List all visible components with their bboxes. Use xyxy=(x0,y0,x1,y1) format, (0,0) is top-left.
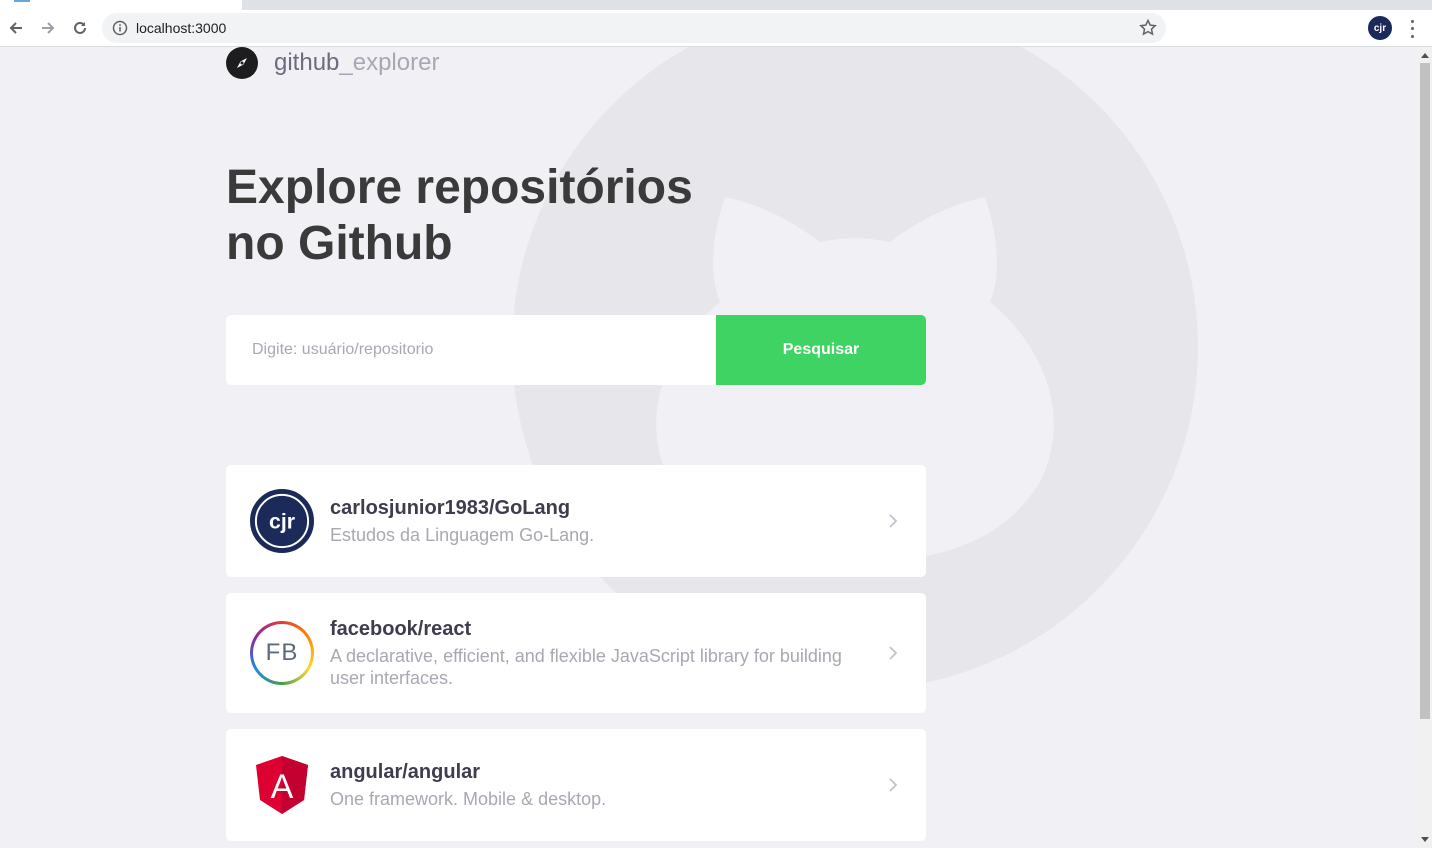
repository-card[interactable]: cjr carlosjunior1983/GoLang Estudos da L… xyxy=(226,465,926,577)
repository-name: carlosjunior1983/GoLang xyxy=(330,496,571,519)
tab-favicon xyxy=(14,0,30,2)
compass-icon xyxy=(226,47,258,79)
bookmark-star-icon[interactable] xyxy=(1138,18,1158,38)
chevron-right-icon xyxy=(889,514,898,528)
repository-info: facebook/react A declarative, efficient,… xyxy=(330,618,902,689)
title-line-2: no Github xyxy=(226,217,453,270)
page-title: Explore repositórios no Github xyxy=(226,160,746,272)
repository-card[interactable]: FB facebook/react A declarative, efficie… xyxy=(226,593,926,713)
search-button[interactable]: Pesquisar xyxy=(716,315,926,385)
avatar-label: cjr xyxy=(269,510,295,534)
app-logo-text: github_explorer xyxy=(274,49,439,77)
tab-strip xyxy=(0,0,1432,10)
repository-description: Estudos da Linguagem Go-Lang. xyxy=(330,524,595,545)
url-text[interactable]: localhost:3000 xyxy=(136,20,226,36)
repository-name: facebook/react xyxy=(330,617,472,640)
reload-icon xyxy=(74,21,86,34)
search-input[interactable] xyxy=(226,315,716,385)
page-viewport: github_explorer Explore repositórios no … xyxy=(0,47,1418,848)
logo-suffix: _explorer xyxy=(339,49,440,76)
repository-avatar: FB xyxy=(250,621,314,685)
scroll-down-icon[interactable] xyxy=(1421,837,1429,842)
repository-info: carlosjunior1983/GoLang Estudos da Lingu… xyxy=(330,497,902,546)
repository-card[interactable]: A angular/angular One framework. Mobile … xyxy=(226,729,926,841)
profile-avatar[interactable]: cjr xyxy=(1368,16,1392,40)
chevron-right-icon xyxy=(889,646,898,660)
reload-button[interactable] xyxy=(66,14,94,42)
title-line-1: Explore repositórios xyxy=(226,161,693,214)
repository-description: One framework. Mobile & desktop. xyxy=(330,788,607,809)
repository-description: A declarative, efficient, and flexible J… xyxy=(330,645,842,688)
back-button[interactable] xyxy=(2,14,30,42)
repository-name: angular/angular xyxy=(330,760,481,783)
avatar-label: A xyxy=(271,768,294,806)
app-header: github_explorer xyxy=(226,47,439,79)
avatar-label: FB xyxy=(253,624,311,682)
back-arrow-icon xyxy=(9,22,22,34)
repository-info: angular/angular One framework. Mobile & … xyxy=(330,761,902,810)
address-bar[interactable]: localhost:3000 xyxy=(102,13,1166,43)
repository-list: cjr carlosjunior1983/GoLang Estudos da L… xyxy=(226,465,926,848)
forward-button[interactable] xyxy=(34,14,62,42)
browser-menu-icon[interactable] xyxy=(1404,18,1420,40)
browser-toolbar: localhost:3000 cjr xyxy=(0,10,1432,47)
forward-arrow-icon xyxy=(42,22,55,34)
search-form: Pesquisar xyxy=(226,315,926,385)
info-icon[interactable] xyxy=(112,20,128,36)
active-tab[interactable] xyxy=(0,0,242,10)
repository-avatar: cjr xyxy=(250,489,314,553)
cjr-logo-icon: cjr xyxy=(254,493,310,549)
scroll-up-icon[interactable] xyxy=(1421,53,1429,58)
chevron-right-icon xyxy=(889,778,898,792)
logo-prefix: github xyxy=(274,49,340,76)
angular-logo-icon: A xyxy=(250,753,314,817)
page-scrollbar[interactable] xyxy=(1418,47,1432,848)
scrollbar-thumb[interactable] xyxy=(1420,63,1430,719)
